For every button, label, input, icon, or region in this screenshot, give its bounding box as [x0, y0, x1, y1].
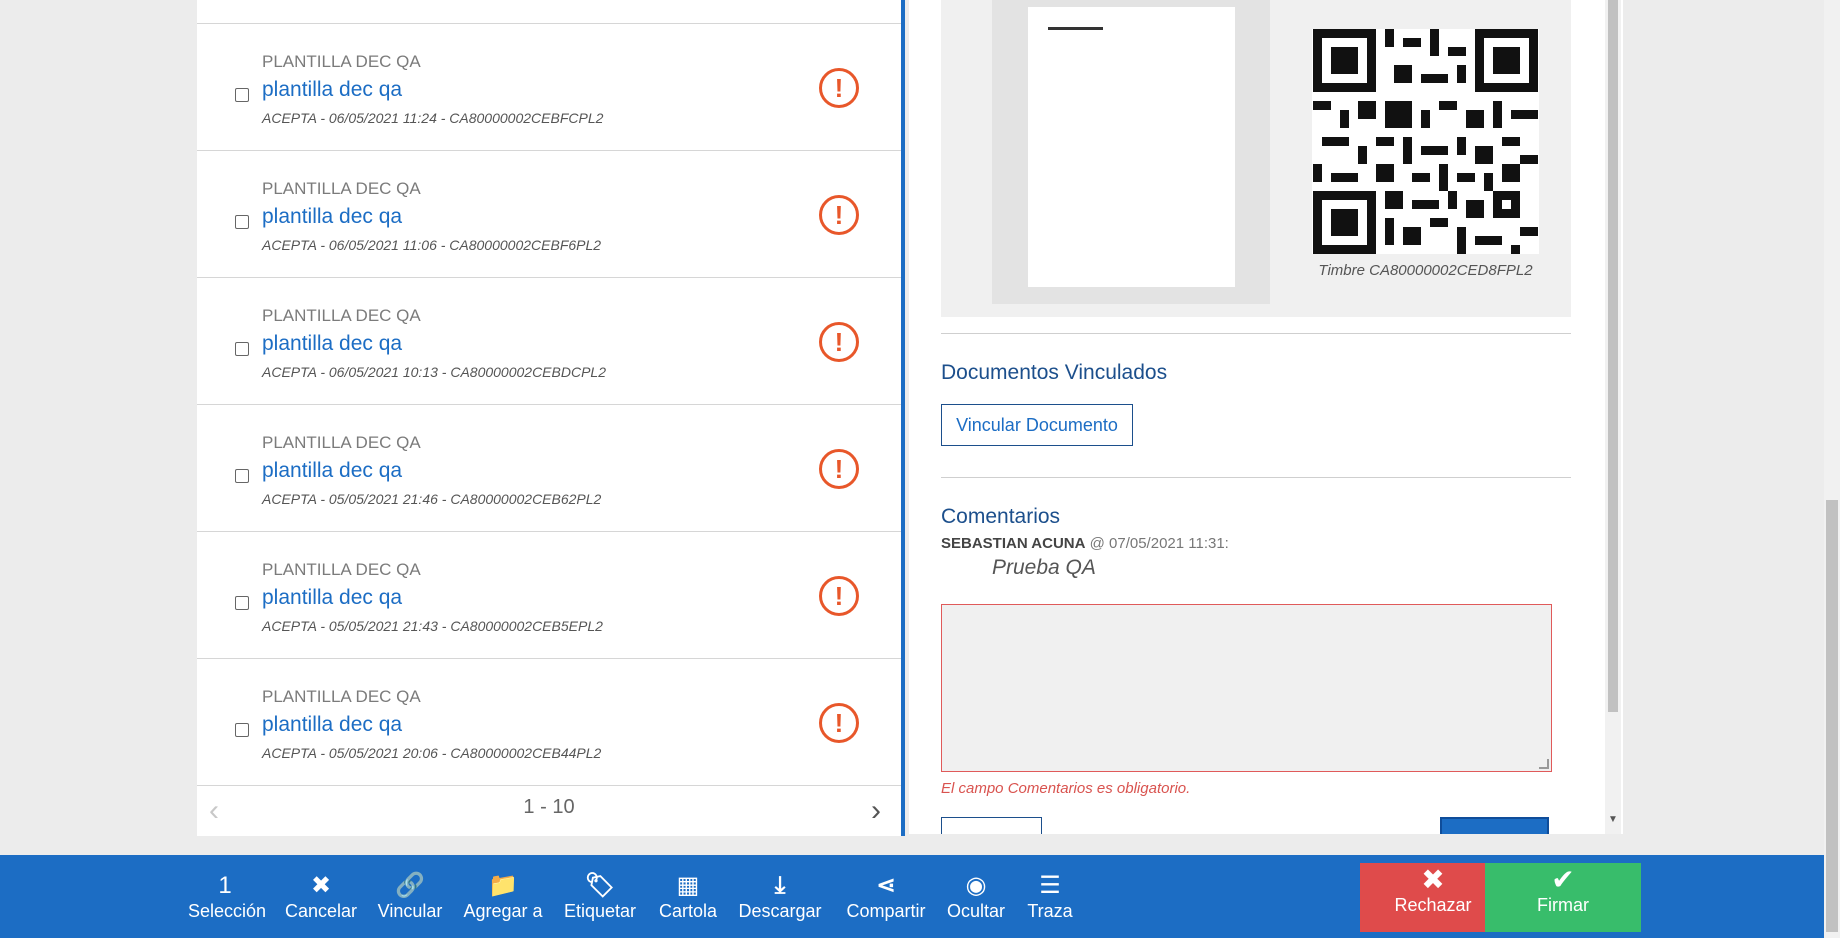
page-scrollbar[interactable]	[1824, 0, 1840, 938]
document-detail: Timbre CA80000002CED8FPL2 Documentos Vin…	[909, 0, 1623, 834]
warning-icon: !	[819, 576, 859, 616]
page-thumbnail[interactable]	[1028, 7, 1235, 287]
link-document-button[interactable]: Vincular Documento	[941, 404, 1133, 446]
link-icon: 🔗	[395, 872, 425, 899]
sign-label: Firmar	[1537, 895, 1589, 915]
item-title-link[interactable]: plantilla dec qa	[262, 78, 402, 102]
item-title-link[interactable]: plantilla dec qa	[262, 332, 402, 356]
bottom-toolbar: 1 Selección ✖ Cancelar 🔗 Vincular 📁 Agre…	[0, 855, 1824, 938]
stamp-caption: Timbre CA80000002CED8FPL2	[1318, 262, 1533, 279]
warning-icon: !	[819, 322, 859, 362]
linked-docs-title: Documentos Vinculados	[941, 361, 1168, 384]
table-icon: ▦	[676, 872, 700, 899]
selection-count: 1	[218, 872, 232, 899]
trace-button[interactable]: ☰ Traza	[1022, 871, 1078, 922]
warning-icon: !	[819, 449, 859, 489]
share-icon: ⋖	[875, 872, 897, 899]
cartola-button[interactable]: ▦ Cartola	[656, 871, 720, 922]
list-item[interactable]: PLANTILLA DEC QA plantilla dec qa ACEPTA…	[197, 24, 901, 151]
row-checkbox[interactable]	[235, 342, 249, 356]
item-title-link[interactable]: plantilla dec qa	[262, 205, 402, 229]
item-meta: ACEPTA - 05/05/2021 21:43 - CA80000002CE…	[262, 618, 603, 634]
add-to-button[interactable]: 📁 Agregar a	[460, 871, 546, 922]
list-icon: ☰	[1039, 872, 1061, 899]
chevron-right-icon[interactable]: ›	[871, 794, 881, 828]
sign-button[interactable]: ✔ Firmar	[1485, 863, 1641, 932]
item-category: PLANTILLA DEC QA	[262, 52, 421, 71]
resize-handle[interactable]	[1539, 759, 1549, 769]
check-icon: ✔	[1551, 864, 1575, 895]
eye-slash-icon: ◉	[965, 872, 987, 899]
item-category: PLANTILLA DEC QA	[262, 560, 421, 579]
warning-icon: !	[819, 68, 859, 108]
list-item[interactable]: PLANTILLA DEC QA plantilla dec qa ACEPTA…	[197, 659, 901, 786]
list-row-partial	[197, 0, 901, 24]
scrollbar-thumb[interactable]	[1608, 0, 1618, 712]
list-item[interactable]: PLANTILLA DEC QA plantilla dec qa ACEPTA…	[197, 405, 901, 532]
comment-header: SEBASTIAN ACUNA @ 07/05/2021 11:31:	[941, 535, 1229, 552]
row-checkbox[interactable]	[235, 469, 249, 483]
warning-icon: !	[819, 195, 859, 235]
qr-code	[1312, 29, 1539, 254]
download-button[interactable]: ⤓ Descargar	[736, 871, 824, 922]
item-meta: ACEPTA - 06/05/2021 11:24 - CA80000002CE…	[262, 110, 604, 126]
hide-button[interactable]: ◉ Ocultar	[944, 871, 1008, 922]
divider	[941, 477, 1571, 478]
item-category: PLANTILLA DEC QA	[262, 179, 421, 198]
comment-error: El campo Comentarios es obligatorio.	[941, 780, 1191, 797]
document-list: PLANTILLA DEC QA plantilla dec qa ACEPTA…	[197, 0, 905, 836]
scroll-down-icon[interactable]: ▼	[1608, 814, 1618, 825]
secondary-button[interactable]	[941, 817, 1042, 834]
item-meta: ACEPTA - 05/05/2021 20:06 - CA80000002CE…	[262, 745, 602, 761]
item-category: PLANTILLA DEC QA	[262, 306, 421, 325]
scrollbar-thumb[interactable]	[1826, 500, 1838, 932]
folder-icon: 📁	[488, 872, 518, 899]
item-category: PLANTILLA DEC QA	[262, 687, 421, 706]
link-button[interactable]: 🔗 Vincular	[372, 871, 448, 922]
selection-counter: 1 Selección	[188, 871, 267, 922]
document-preview: Timbre CA80000002CED8FPL2	[941, 0, 1571, 317]
cancel-button[interactable]: ✖ Cancelar	[282, 871, 360, 922]
download-icon: ⤓	[774, 872, 786, 899]
comment-date: @ 07/05/2021 11:31:	[1089, 535, 1229, 552]
page-range: 1 - 10	[523, 796, 575, 818]
warning-icon: !	[819, 703, 859, 743]
item-meta: ACEPTA - 05/05/2021 21:46 - CA80000002CE…	[262, 491, 602, 507]
comments-title: Comentarios	[941, 505, 1061, 528]
list-item[interactable]: PLANTILLA DEC QA plantilla dec qa ACEPTA…	[197, 532, 901, 659]
item-title-link[interactable]: plantilla dec qa	[262, 713, 402, 737]
comment-textarea[interactable]	[941, 604, 1552, 772]
comment-author: SEBASTIAN ACUNA	[941, 535, 1086, 552]
pagination: ‹ 1 - 10 ›	[197, 786, 901, 834]
item-title-link[interactable]: plantilla dec qa	[262, 586, 402, 610]
row-checkbox[interactable]	[235, 723, 249, 737]
list-item[interactable]: PLANTILLA DEC QA plantilla dec qa ACEPTA…	[197, 151, 901, 278]
selection-label: Selección	[188, 901, 267, 921]
item-meta: ACEPTA - 06/05/2021 10:13 - CA80000002CE…	[262, 364, 606, 380]
tag-icon: 🏷	[584, 872, 616, 899]
item-title-link[interactable]: plantilla dec qa	[262, 459, 402, 483]
comment-text: Prueba QA	[992, 556, 1096, 579]
list-item[interactable]: PLANTILLA DEC QA plantilla dec qa ACEPTA…	[197, 278, 901, 405]
divider	[941, 333, 1571, 334]
x-icon: ✖	[310, 872, 332, 899]
row-checkbox[interactable]	[235, 215, 249, 229]
share-button[interactable]: ⋖ Compartir	[840, 871, 932, 922]
row-checkbox[interactable]	[235, 88, 249, 102]
item-category: PLANTILLA DEC QA	[262, 433, 421, 452]
tag-button[interactable]: 🏷 Etiquetar	[560, 871, 640, 922]
primary-button[interactable]	[1440, 817, 1549, 834]
row-checkbox[interactable]	[235, 596, 249, 610]
detail-scrollbar[interactable]: ▼	[1605, 0, 1621, 834]
item-meta: ACEPTA - 06/05/2021 11:06 - CA80000002CE…	[262, 237, 602, 253]
reject-label: Rechazar	[1394, 895, 1472, 915]
